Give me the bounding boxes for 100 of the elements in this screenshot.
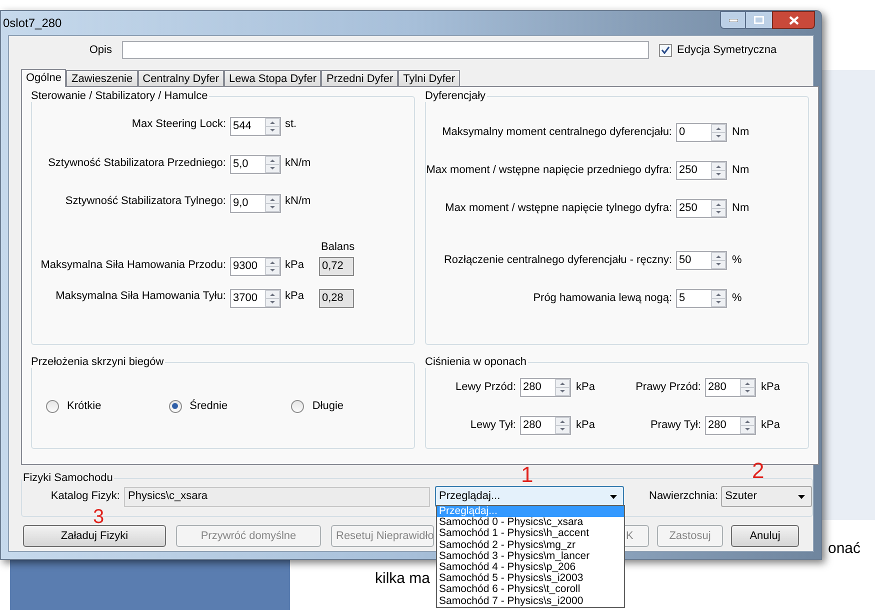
field-label: Max Steering Lock: bbox=[130, 117, 226, 132]
spin-field[interactable]: 544 bbox=[230, 116, 281, 136]
minimize-button[interactable] bbox=[720, 11, 746, 29]
field-label: Prawy Tył: bbox=[649, 418, 701, 434]
unit-label: kPa bbox=[285, 258, 305, 272]
tab[interactable]: Lewa Stopa Dyfer bbox=[224, 70, 322, 86]
unit-label: % bbox=[732, 291, 742, 306]
spin-field[interactable]: 5,0 bbox=[230, 155, 281, 174]
checkbox-label: Edycja Symetryczna bbox=[677, 42, 777, 58]
close-button[interactable] bbox=[772, 11, 815, 29]
spin-field[interactable]: 5 bbox=[676, 289, 727, 308]
field-label: Rozłączenie centralnego dyferencjału - ręczny: bbox=[442, 253, 672, 268]
unit-label: kPa bbox=[576, 418, 595, 434]
dropdown-option[interactable]: Samochód 6 - Physics\t_coroll bbox=[437, 584, 624, 596]
document-text: onać bbox=[828, 539, 861, 559]
annotation-number: 1 bbox=[521, 464, 534, 486]
spinner-icon[interactable] bbox=[555, 379, 570, 396]
field-label: Maksymalna Siła Hamowania Przodu: bbox=[40, 258, 226, 272]
spin-field[interactable]: 250 bbox=[676, 161, 727, 180]
spin-field[interactable]: 0 bbox=[676, 123, 727, 142]
checkbox[interactable] bbox=[659, 44, 672, 56]
spinner-icon[interactable] bbox=[711, 200, 726, 217]
dialog-button[interactable]: Załaduj Fizyki bbox=[23, 525, 166, 547]
maximize-button[interactable] bbox=[746, 11, 772, 29]
field-label: Próg hamowania lewą nogą: bbox=[532, 291, 672, 306]
group-title: Przełożenia skrzyni biegów bbox=[30, 357, 165, 368]
close-icon bbox=[788, 16, 798, 24]
radio-label: Krótkie bbox=[67, 399, 102, 414]
radio-button[interactable] bbox=[291, 400, 304, 413]
spinner-icon[interactable] bbox=[265, 118, 280, 134]
spinner-icon[interactable] bbox=[265, 258, 280, 275]
dropdown-option[interactable]: Samochód 7 - Physics\s_i2000 bbox=[437, 596, 624, 607]
group-title: Ciśnienia w oponach bbox=[424, 357, 528, 368]
field-label: Sztywność Stabilizatora Przedniego: bbox=[47, 156, 226, 170]
unit-label: st. bbox=[285, 117, 298, 132]
balance-field: 0,72 bbox=[319, 257, 354, 276]
spin-field[interactable]: 280 bbox=[705, 416, 756, 435]
document-text: kilka ma bbox=[375, 569, 430, 589]
radio-button[interactable] bbox=[168, 400, 182, 413]
field-label: Nawierzchnia: bbox=[649, 489, 718, 504]
dropdown[interactable]: Przeglądaj... bbox=[435, 486, 624, 507]
unit-label: kN/m bbox=[285, 156, 312, 170]
field-label: Lewy Tył: bbox=[469, 418, 516, 434]
tab[interactable]: Zawieszenie bbox=[66, 70, 138, 86]
field-label: Prawy Przód: bbox=[634, 380, 701, 396]
dropdown-option[interactable]: Samochód 5 - Physics\s_i2003 bbox=[437, 573, 624, 584]
unit-label: % bbox=[732, 253, 742, 268]
spinner-icon[interactable] bbox=[265, 194, 280, 212]
field-label: Maksymalna Siła Hamowania Tyłu: bbox=[54, 289, 226, 304]
spinner-icon[interactable] bbox=[711, 252, 726, 269]
spinner-icon[interactable] bbox=[711, 162, 726, 179]
radio-button[interactable] bbox=[46, 400, 59, 413]
caret-icon bbox=[798, 494, 806, 498]
spinner-icon[interactable] bbox=[740, 379, 755, 396]
annotation-number: 2 bbox=[752, 460, 764, 482]
annotation-number: 3 bbox=[93, 507, 104, 527]
spinner-icon[interactable] bbox=[711, 290, 726, 307]
spin-field[interactable]: 9,0 bbox=[230, 194, 281, 212]
balance-field: 0,28 bbox=[319, 288, 354, 308]
unit-label: kPa bbox=[761, 380, 780, 396]
unit-label: kPa bbox=[576, 380, 595, 396]
unit-label: Nm bbox=[732, 201, 750, 216]
field-label: Lewy Przód: bbox=[454, 380, 516, 396]
checkmark-icon bbox=[661, 46, 670, 54]
dropdown[interactable]: Szuter bbox=[721, 486, 812, 507]
unit-label: Nm bbox=[732, 163, 750, 178]
dialog-button[interactable]: Anuluj bbox=[731, 525, 799, 547]
spin-field[interactable]: 9300 bbox=[230, 257, 281, 276]
spin-field[interactable]: 280 bbox=[705, 378, 756, 397]
radio-label: Długie bbox=[312, 399, 344, 414]
spin-field[interactable]: 280 bbox=[520, 416, 571, 435]
description-field[interactable] bbox=[122, 41, 649, 59]
unit-label: kPa bbox=[285, 289, 305, 304]
unit-label: Nm bbox=[732, 125, 750, 140]
spinner-icon[interactable] bbox=[740, 417, 755, 434]
group-title: Dyferencjały bbox=[424, 91, 487, 102]
dropdown-option[interactable]: Samochód 3 - Physics\m_lancer bbox=[437, 550, 624, 562]
tab[interactable]: Przedni Dyfer bbox=[321, 70, 398, 86]
window-title: 0slot7_280 bbox=[3, 15, 62, 32]
caret-icon bbox=[610, 494, 617, 498]
spin-field[interactable]: 50 bbox=[676, 251, 727, 270]
spin-field[interactable]: 250 bbox=[676, 199, 727, 218]
catalog-field[interactable]: Physics\c_xsara bbox=[124, 486, 430, 506]
field-label: Katalog Fizyk: bbox=[50, 489, 120, 504]
spinner-icon[interactable] bbox=[711, 124, 726, 141]
dropdown-option[interactable]: Samochód 4 - Physics\p_206 bbox=[437, 562, 624, 574]
field-label: Max moment / wstępne napięcie przedniego dyfra: bbox=[426, 163, 672, 178]
field-label: Maksymalny moment centralnego dyferencjału: bbox=[441, 125, 672, 140]
tab[interactable]: Tylni Dyfer bbox=[398, 70, 460, 86]
description-label: Opis bbox=[88, 42, 112, 58]
spinner-icon[interactable] bbox=[555, 417, 570, 434]
maximize-icon bbox=[754, 16, 764, 24]
spin-field[interactable]: 3700 bbox=[230, 288, 281, 308]
radio-label: Średnie bbox=[190, 398, 228, 414]
spinner-icon[interactable] bbox=[265, 290, 280, 306]
unit-label: kPa bbox=[761, 418, 780, 434]
tab[interactable]: Ogólne bbox=[21, 69, 66, 87]
spin-field[interactable]: 280 bbox=[520, 378, 571, 397]
spinner-icon[interactable] bbox=[265, 156, 280, 173]
tab[interactable]: Centralny Dyfer bbox=[138, 70, 224, 86]
